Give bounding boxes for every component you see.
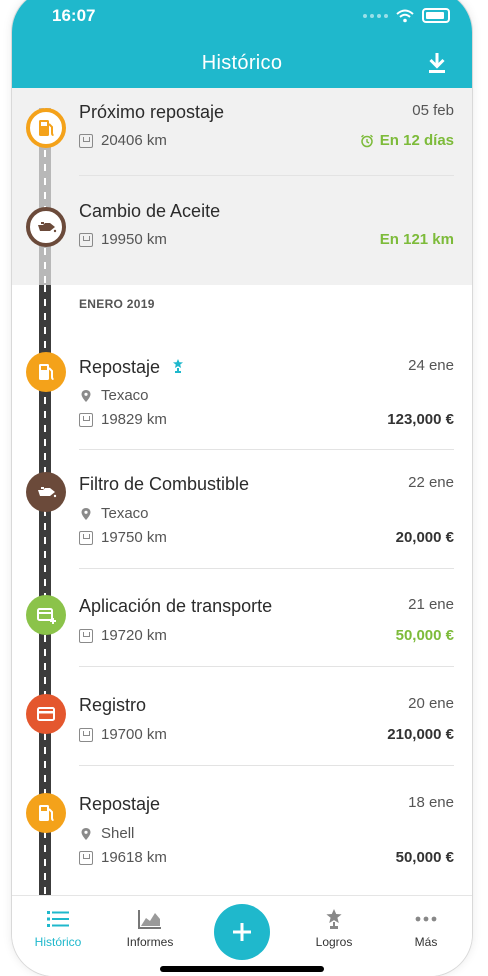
wifi-icon bbox=[396, 9, 414, 22]
divider bbox=[79, 666, 454, 667]
history-row[interactable]: Aplicación de transporte 21 ene 19720 km… bbox=[12, 577, 472, 676]
trophy-icon bbox=[173, 359, 183, 373]
oil-can-icon bbox=[26, 207, 66, 247]
entry-km: 19950 km bbox=[79, 231, 167, 248]
card-icon bbox=[26, 694, 66, 734]
tab-label: Más bbox=[414, 935, 438, 949]
history-row[interactable]: Registro 20 ene 19700 km 210,000 € bbox=[12, 676, 472, 774]
station-name: Shell bbox=[101, 825, 135, 842]
home-indicator[interactable] bbox=[160, 966, 324, 972]
km-value: 19700 km bbox=[101, 726, 167, 743]
divider bbox=[79, 765, 454, 766]
odometer-icon bbox=[79, 727, 93, 742]
entry-date: 21 ene bbox=[408, 596, 454, 613]
divider bbox=[79, 175, 454, 176]
entry-date: 24 ene bbox=[408, 357, 454, 374]
entry-date: 18 ene bbox=[408, 794, 454, 811]
entry-amount: 50,000 € bbox=[395, 627, 454, 644]
card-plus-icon bbox=[26, 595, 66, 635]
entry-amount: 20,000 € bbox=[395, 529, 454, 546]
entry-amount: 123,000 € bbox=[387, 411, 454, 428]
fuel-icon bbox=[26, 793, 66, 833]
entry-title: Registro bbox=[79, 695, 147, 715]
tab-informes[interactable]: Informes bbox=[104, 906, 196, 949]
entry-title: Repostaje bbox=[79, 357, 161, 377]
more-icon bbox=[415, 916, 437, 922]
section-label: ENERO 2019 bbox=[79, 297, 155, 311]
due-indicator: En 12 días bbox=[360, 132, 454, 149]
location-pin-icon bbox=[81, 389, 91, 402]
entry-date: 05 feb bbox=[412, 102, 454, 119]
fuel-icon bbox=[26, 352, 66, 392]
upcoming-row[interactable]: Cambio de Aceite 19950 km En 121 km bbox=[12, 186, 472, 285]
odometer-icon bbox=[79, 232, 93, 247]
plus-icon bbox=[233, 923, 251, 941]
tab-historico[interactable]: Histórico bbox=[12, 906, 104, 949]
history-row[interactable]: Repostaje 18 ene Shell 19618 km 50,000 € bbox=[12, 774, 472, 895]
tab-label: Logros bbox=[315, 935, 353, 949]
km-value: 19950 km bbox=[101, 231, 167, 248]
km-value: 19618 km bbox=[101, 849, 167, 866]
entry-km: 19829 km bbox=[79, 411, 167, 428]
entry-date: 22 ene bbox=[408, 474, 454, 491]
km-value: 19829 km bbox=[101, 411, 167, 428]
location-pin-icon bbox=[81, 507, 91, 520]
page-title: Histórico bbox=[201, 52, 283, 74]
odometer-icon bbox=[79, 133, 93, 148]
due-indicator: En 121 km bbox=[380, 231, 454, 248]
divider bbox=[79, 568, 454, 569]
entry-km: 19700 km bbox=[79, 726, 167, 743]
due-text: En 121 km bbox=[379, 231, 454, 248]
trophy-icon bbox=[326, 909, 342, 929]
add-entry-button[interactable] bbox=[214, 904, 270, 960]
status-time: 16:07 bbox=[52, 6, 96, 25]
divider bbox=[79, 449, 454, 450]
location-pin-icon bbox=[81, 827, 91, 840]
history-row[interactable]: Repostaje 24 ene Texaco 19829 km 123,000… bbox=[12, 345, 472, 460]
km-value: 19720 km bbox=[101, 627, 167, 644]
entry-title: Próximo repostaje bbox=[79, 102, 225, 122]
entry-amount: 210,000 € bbox=[387, 726, 454, 743]
entry-title: Cambio de Aceite bbox=[79, 201, 221, 221]
app-header: 16:07 Histórico bbox=[12, 0, 472, 88]
entry-km: 19750 km bbox=[79, 529, 167, 546]
km-value: 19750 km bbox=[101, 529, 167, 546]
entry-station: Texaco bbox=[79, 505, 149, 522]
entry-station: Shell bbox=[79, 825, 134, 842]
fuel-icon bbox=[26, 108, 66, 148]
entry-km: 20406 km bbox=[79, 132, 167, 149]
oil-can-icon bbox=[26, 472, 66, 512]
entry-title: Repostaje bbox=[79, 794, 161, 814]
odometer-icon bbox=[79, 850, 93, 865]
km-value: 20406 km bbox=[101, 132, 167, 149]
entry-title: Filtro de Combustible bbox=[79, 474, 250, 494]
upcoming-row[interactable]: Próximo repostaje 05 feb 20406 km En 12 … bbox=[12, 88, 472, 186]
entry-km: 19618 km bbox=[79, 849, 167, 866]
battery-icon bbox=[422, 8, 450, 23]
entry-station: Texaco bbox=[79, 387, 149, 404]
station-name: Texaco bbox=[101, 505, 149, 522]
download-icon[interactable] bbox=[424, 50, 450, 76]
odometer-icon bbox=[79, 412, 93, 427]
entry-date: 20 ene bbox=[408, 695, 454, 712]
alarm-icon bbox=[360, 134, 373, 147]
app-screen: 16:07 Histórico Próximo repostaje 05 feb bbox=[12, 0, 472, 976]
due-text: En 12 días bbox=[379, 132, 454, 149]
tab-mas[interactable]: Más bbox=[380, 906, 472, 949]
tab-label: Informes bbox=[126, 935, 174, 949]
odometer-icon bbox=[79, 530, 93, 545]
entry-km: 19720 km bbox=[79, 627, 167, 644]
list-icon bbox=[47, 911, 69, 927]
history-row[interactable]: Filtro de Combustible 22 ene Texaco 1975… bbox=[12, 460, 472, 577]
status-icons bbox=[363, 8, 450, 23]
entry-title: Aplicación de transporte bbox=[79, 596, 273, 616]
odometer-icon bbox=[79, 628, 93, 643]
chart-icon bbox=[138, 910, 161, 929]
station-name: Texaco bbox=[101, 387, 149, 404]
tab-bar: Histórico Informes Logros Más bbox=[12, 895, 472, 976]
tab-label: Histórico bbox=[34, 935, 82, 949]
entry-amount: 50,000 € bbox=[395, 849, 454, 866]
signal-icon bbox=[363, 13, 388, 18]
tab-logros[interactable]: Logros bbox=[288, 906, 380, 949]
